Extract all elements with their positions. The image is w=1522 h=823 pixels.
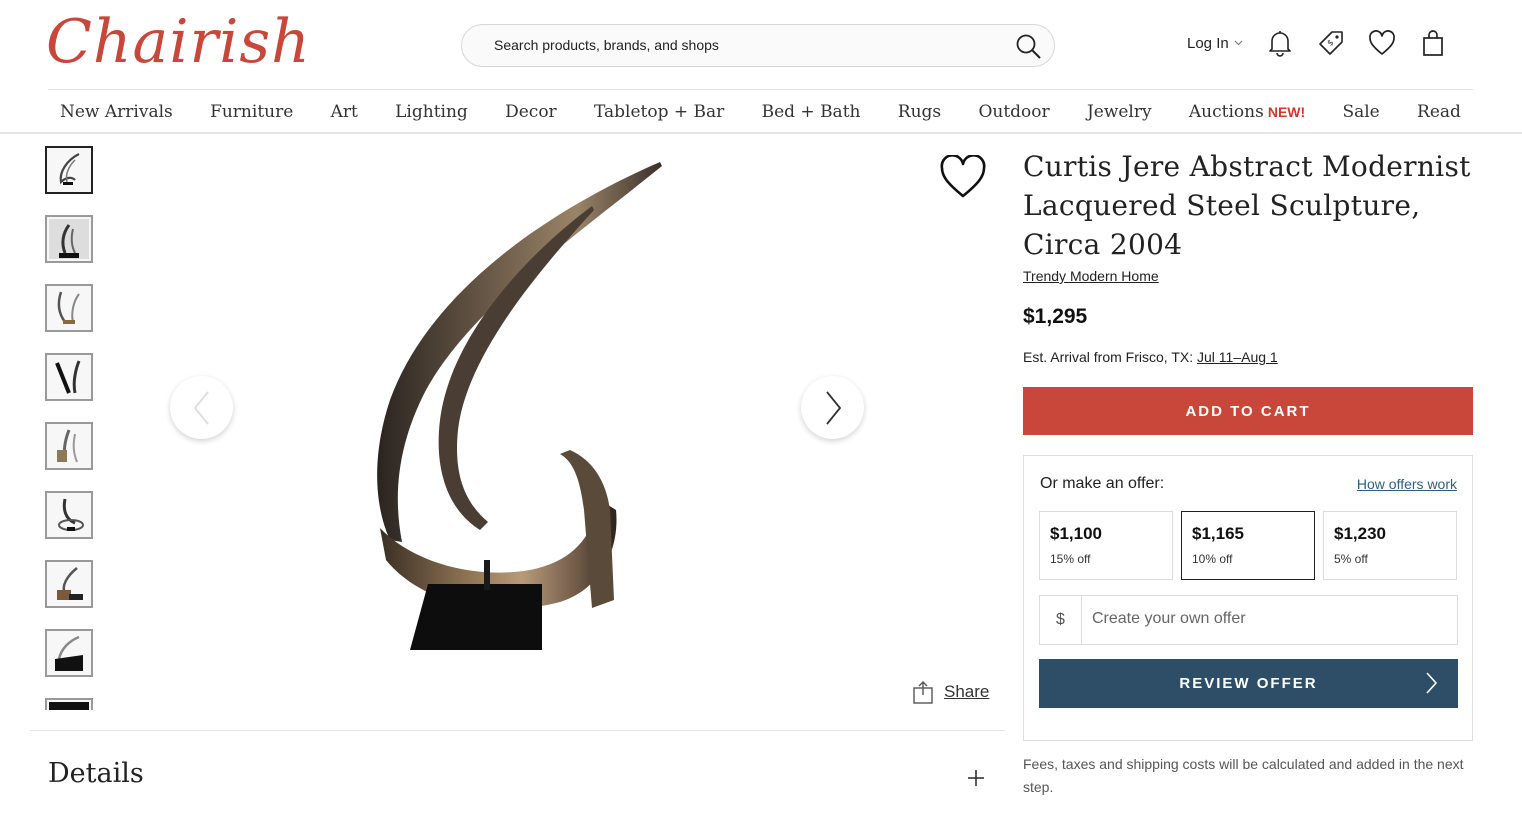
nav-divider [0, 132, 1522, 134]
chevron-down-icon [1234, 40, 1243, 46]
custom-offer-input[interactable] [1092, 610, 1432, 628]
plus-icon [968, 770, 984, 786]
nav-new-arrivals[interactable]: New Arrivals [60, 102, 173, 122]
svg-text:$: $ [1325, 38, 1335, 48]
login-menu[interactable]: Log In [1187, 35, 1243, 52]
login-label[interactable]: Log In [1187, 35, 1229, 52]
heart-icon[interactable] [1367, 28, 1397, 58]
thumbnail[interactable] [45, 215, 93, 263]
product-price: $1,295 [1023, 305, 1088, 328]
expand-details-button[interactable] [966, 768, 986, 793]
offer-option-10[interactable]: $1,165 10% off [1181, 511, 1315, 580]
next-image-button[interactable] [801, 376, 864, 439]
nav-sale[interactable]: Sale [1342, 102, 1379, 122]
offer-amount: $1,230 [1334, 524, 1386, 543]
shopping-bag-icon[interactable] [1418, 28, 1448, 58]
search-icon[interactable] [1014, 32, 1044, 67]
review-offer-label: REVIEW OFFER [1179, 675, 1318, 692]
currency-symbol: $ [1040, 596, 1082, 644]
chairish-logo[interactable]: Chairish [46, 4, 311, 80]
chevron-right-icon [825, 390, 841, 425]
thumbnail[interactable] [45, 422, 93, 470]
new-badge: NEW! [1267, 103, 1306, 120]
nav-auctions[interactable]: Auctions NEW! [1189, 102, 1305, 122]
nav-furniture[interactable]: Furniture [210, 102, 293, 122]
nav-lighting[interactable]: Lighting [395, 102, 468, 122]
offer-amount: $1,100 [1050, 524, 1102, 543]
thumbnail[interactable] [45, 698, 93, 710]
offer-option-15[interactable]: $1,100 15% off [1039, 511, 1173, 580]
offer-discount: 15% off [1050, 552, 1091, 566]
nav-tabletop-bar[interactable]: Tabletop + Bar [594, 102, 724, 122]
offer-discount: 10% off [1192, 552, 1233, 566]
share-icon [913, 681, 933, 704]
product-main-image[interactable] [330, 150, 710, 660]
price-tag-icon[interactable]: $ [1316, 28, 1346, 58]
thumbnail[interactable] [45, 560, 93, 608]
share-label[interactable]: Share [944, 682, 989, 702]
seller-link[interactable]: Trendy Modern Home [1023, 268, 1159, 284]
custom-offer-field[interactable]: $ [1039, 595, 1458, 645]
fees-note: Fees, taxes and shipping costs will be c… [1023, 756, 1464, 795]
offer-label: Or make an offer: [1040, 475, 1165, 492]
nav-rugs[interactable]: Rugs [898, 102, 941, 122]
offer-panel: Or make an offer: How offers work $1,100… [1023, 455, 1473, 741]
heart-icon [940, 154, 986, 198]
thumbnail[interactable] [45, 353, 93, 401]
main-nav: New Arrivals Furniture Art Lighting Deco… [48, 89, 1473, 133]
share-button[interactable]: Share [912, 680, 989, 704]
nav-outdoor[interactable]: Outdoor [978, 102, 1049, 122]
search-input[interactable] [494, 37, 994, 53]
prev-image-button[interactable] [170, 376, 233, 439]
search-bar[interactable] [461, 24, 1055, 67]
nav-decor[interactable]: Decor [505, 102, 557, 122]
section-divider [30, 730, 1005, 731]
nav-jewelry[interactable]: Jewelry [1087, 102, 1152, 122]
chevron-left-icon [193, 390, 209, 425]
offer-amount: $1,165 [1192, 524, 1244, 543]
nav-bed-bath[interactable]: Bed + Bath [762, 102, 861, 122]
estimated-arrival: Est. Arrival from Frisco, TX: Jul 11–Aug… [1023, 349, 1278, 365]
chevron-right-icon [1426, 672, 1438, 694]
review-offer-button[interactable]: REVIEW OFFER [1039, 659, 1458, 708]
thumbnail[interactable] [45, 146, 93, 194]
arrival-prefix: Est. Arrival from Frisco, TX: [1023, 349, 1194, 365]
thumbnail[interactable] [45, 491, 93, 539]
header-actions: Log In $ [1187, 28, 1469, 58]
how-offers-work-link[interactable]: How offers work [1357, 476, 1457, 492]
nav-read[interactable]: Read [1417, 102, 1461, 122]
nav-art[interactable]: Art [331, 102, 358, 122]
thumbnail-strip[interactable] [45, 146, 94, 710]
favorite-button[interactable] [939, 154, 987, 204]
nav-auctions-label: Auctions [1188, 101, 1264, 122]
offer-option-5[interactable]: $1,230 5% off [1323, 511, 1457, 580]
offer-discount: 5% off [1334, 552, 1368, 566]
add-to-cart-button[interactable]: ADD TO CART [1023, 387, 1473, 435]
product-title: Curtis Jere Abstract Modernist Lacquered… [1023, 150, 1471, 261]
thumbnail[interactable] [45, 629, 93, 677]
arrival-dates-link[interactable]: Jul 11–Aug 1 [1197, 349, 1278, 365]
bell-icon[interactable] [1265, 28, 1295, 58]
details-heading[interactable]: Details [48, 758, 144, 789]
thumbnail[interactable] [45, 284, 93, 332]
